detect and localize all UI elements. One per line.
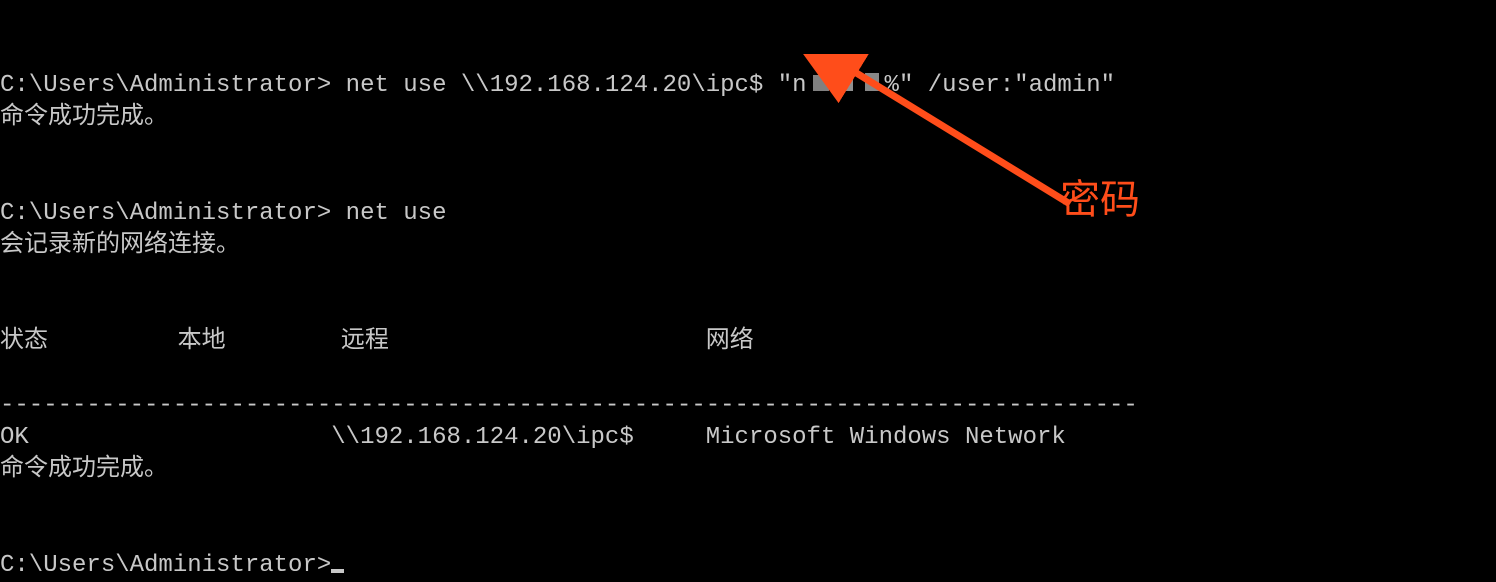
response-success-2: 命令成功完成。 (0, 456, 168, 483)
command-net-use-connect: net use \\192.168.124.20\ipc$ " (331, 72, 792, 99)
password-trailing-chars: %" (885, 72, 914, 99)
col-header-network: 网络 (706, 328, 754, 355)
cursor-icon (331, 569, 344, 573)
response-success-1: 命令成功完成。 (0, 104, 168, 131)
terminal-output[interactable]: C:\Users\Administrator> net use \\192.16… (0, 38, 1496, 582)
col-header-status: 状态 (0, 328, 48, 355)
col-header-remote: 远程 (341, 328, 389, 355)
command-net-use-list: net use (331, 200, 446, 227)
prompt: C:\Users\Administrator> (0, 200, 331, 227)
response-will-record: 会记录新的网络连接。 (0, 232, 240, 259)
prompt: C:\Users\Administrator> (0, 72, 331, 99)
row-remote: \\192.168.124.20\ipc$ (331, 424, 633, 451)
command-user-arg: /user:"admin" (913, 72, 1115, 99)
separator-line: ----------------------------------------… (0, 392, 1138, 419)
password-leading-char: n (792, 72, 806, 99)
row-network: Microsoft Windows Network (706, 424, 1066, 451)
col-header-local: 本地 (178, 328, 226, 355)
password-redacted-icon (807, 72, 885, 104)
row-status: OK (0, 424, 29, 451)
